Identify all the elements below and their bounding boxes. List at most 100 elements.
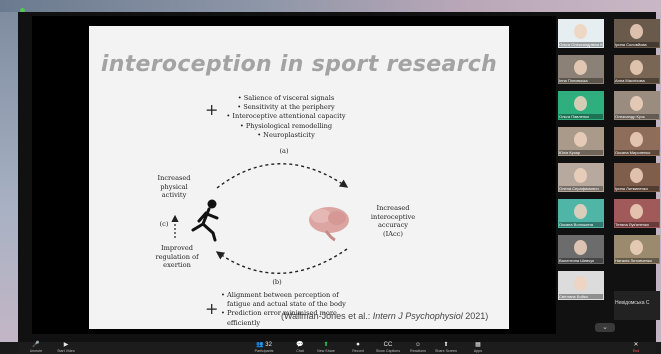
label-b: (b) [272, 278, 282, 286]
toolbar-icon: ☺ [414, 342, 422, 348]
participant-avatar [630, 240, 643, 255]
toolbar-participants-button[interactable]: 👥 32 Participants [250, 342, 278, 354]
participant-avatar [574, 132, 587, 147]
participant-tile[interactable]: Ольга Павленко [558, 91, 604, 120]
participant-avatar [630, 132, 643, 147]
participant-avatar [630, 204, 643, 219]
desktop-background-top [0, 0, 661, 12]
toolbar-end-button[interactable]: ✕ End [622, 342, 650, 354]
runner-icon [191, 199, 219, 242]
participant-name: Юлія Кухар [559, 150, 603, 155]
toolbar-label: Start Video [57, 349, 75, 353]
toolbar-apps-button[interactable]: ▦ Apps [464, 342, 492, 354]
participant-tile[interactable]: Світлана Бойко [558, 271, 604, 300]
citation-journal: Intern J Psychophysiol [372, 311, 463, 321]
shared-screen-area: interoception in sport research + • Sali… [32, 16, 561, 334]
toolbar-new-share-button[interactable]: ⬆ New Share [312, 342, 340, 354]
participant-tile[interactable]: Оксана Волошина [558, 199, 604, 228]
participant-tile[interactable]: Інна Поповська [558, 55, 604, 84]
participant-name: Оксана Мироненко [615, 150, 659, 155]
participant-tile[interactable]: Ірина Литвиненко [614, 163, 660, 192]
label-line: physical [160, 182, 188, 191]
meeting-toolbar: 🎤 Unmute ▶ Start Video 👥 32 Participants 💬 Chat… [18, 342, 656, 354]
toolbar-label: Apps [473, 349, 483, 353]
label-interoceptive-accuracy: Increased interoceptive accuracy (IAcc) [365, 204, 421, 238]
participant-name: Анна Масліхова [615, 78, 659, 83]
end-icon: ✕ [633, 342, 639, 348]
label-line: Increased [157, 174, 191, 182]
brain-icon [309, 207, 349, 242]
toolbar-label: End [632, 349, 640, 353]
participant-name: Ірина Соловйова [615, 42, 659, 47]
participant-tile[interactable]: Ольга Олександрівна Кіпусь [558, 19, 604, 48]
participant-name: Тетяна Лук'яненко [615, 222, 659, 227]
participant-name: Ірина Литвиненко [615, 186, 659, 191]
participant-avatar [630, 60, 643, 75]
toolbar-icon: 🎤 [32, 342, 40, 348]
toolbar-unmute-button[interactable]: 🎤 Unmute [22, 342, 50, 354]
toolbar-icon: ⬆ [443, 342, 449, 348]
toolbar-share-screen-button[interactable]: ⬆ Share Screen [432, 342, 460, 354]
toolbar-label: Reactions [410, 349, 426, 353]
slide-citation: (Wallman-Jones et al.: Intern J Psychoph… [281, 311, 488, 321]
toolbar-icon: ▶ [63, 342, 69, 348]
toolbar-icon: 💬 [296, 342, 304, 348]
toolbar-icon: ▦ [475, 342, 481, 348]
participant-tile[interactable]: Оксана Мироненко [614, 127, 660, 156]
participant-name: Інна Поповська [559, 78, 603, 83]
participant-tile-text-only[interactable]: Невідомська С [614, 291, 660, 320]
participant-tile[interactable]: Юлія Кухар [558, 127, 604, 156]
participant-tile[interactable]: Анна Масліхова [614, 55, 660, 84]
participant-avatar [630, 96, 643, 111]
bottom-bullet-list: • Alignment between perception of fatigu… [221, 291, 361, 328]
toolbar-icon: CC [383, 342, 393, 348]
participant-avatar [574, 96, 587, 111]
citation-prefix: (Wallman-Jones et al.: [281, 311, 373, 321]
toolbar-show-captions-button[interactable]: CC Show Captions [374, 342, 402, 354]
label-improved-regulation: Improved regulation of exertion [149, 244, 205, 270]
participant-tile[interactable]: Олександр Кузь [614, 91, 660, 120]
participant-tile[interactable]: Ірина Соловйова [614, 19, 660, 48]
toolbar-icon: 👥 32 [256, 342, 272, 348]
bottom-cycle-arrow [215, 248, 348, 274]
participant-avatar [574, 240, 587, 255]
participant-name: Ольга Олександрівна Кіпусь [559, 42, 603, 47]
participant-tile[interactable]: Олена Серафимович [558, 163, 604, 192]
toolbar-label: Participants [254, 349, 274, 353]
label-line: interoceptive [370, 212, 416, 221]
toolbar-label: Unmute [29, 349, 43, 353]
desktop-background-left [0, 12, 18, 342]
citation-suffix: 2021) [462, 311, 489, 321]
toolbar-icon: ⏺ [356, 342, 360, 348]
toolbar-reactions-button[interactable]: ☺ Reactions [404, 342, 432, 354]
label-increased-activity: Increased physical activity [149, 174, 199, 200]
gallery-scroll-down-button[interactable]: ⌄ [595, 323, 615, 332]
presentation-slide: interoception in sport research + • Sali… [89, 26, 509, 329]
top-cycle-arrow [216, 163, 349, 189]
bottom-plus-icon: + [205, 299, 219, 318]
participant-tile[interactable]: Тетяна Лук'яненко [614, 199, 660, 228]
participant-name: Невідомська С [615, 300, 650, 306]
toolbar-label: Record [352, 349, 364, 353]
participant-avatar [574, 60, 587, 75]
toolbar-label: Share Screen [435, 349, 457, 353]
participant-name: Валентина Шевчук [559, 258, 603, 263]
label-line: exertion [163, 261, 191, 270]
participant-tile[interactable]: Валентина Шевчук [558, 235, 604, 264]
label-line: (IAcc) [383, 229, 403, 238]
label-line: activity [161, 191, 187, 200]
participant-tile[interactable]: Наталія Литовченко [614, 235, 660, 264]
toolbar-icon: ⬆ [323, 342, 329, 348]
participant-avatar [630, 168, 643, 183]
label-c: (c) [159, 220, 169, 228]
participant-name: Наталія Литовченко [615, 258, 659, 263]
participant-avatar [574, 168, 587, 183]
participant-avatar [574, 204, 587, 219]
toolbar-label: Chat [296, 349, 304, 353]
toolbar-chat-button[interactable]: 💬 Chat [286, 342, 314, 354]
label-line: regulation of [155, 252, 199, 261]
bottom-bullet: fatigue and actual state of the body [227, 300, 346, 309]
toolbar-record-button[interactable]: ⏺ Record [344, 342, 372, 354]
participant-name: Оксана Волошина [559, 222, 603, 227]
toolbar-start-video-button[interactable]: ▶ Start Video [52, 342, 80, 354]
